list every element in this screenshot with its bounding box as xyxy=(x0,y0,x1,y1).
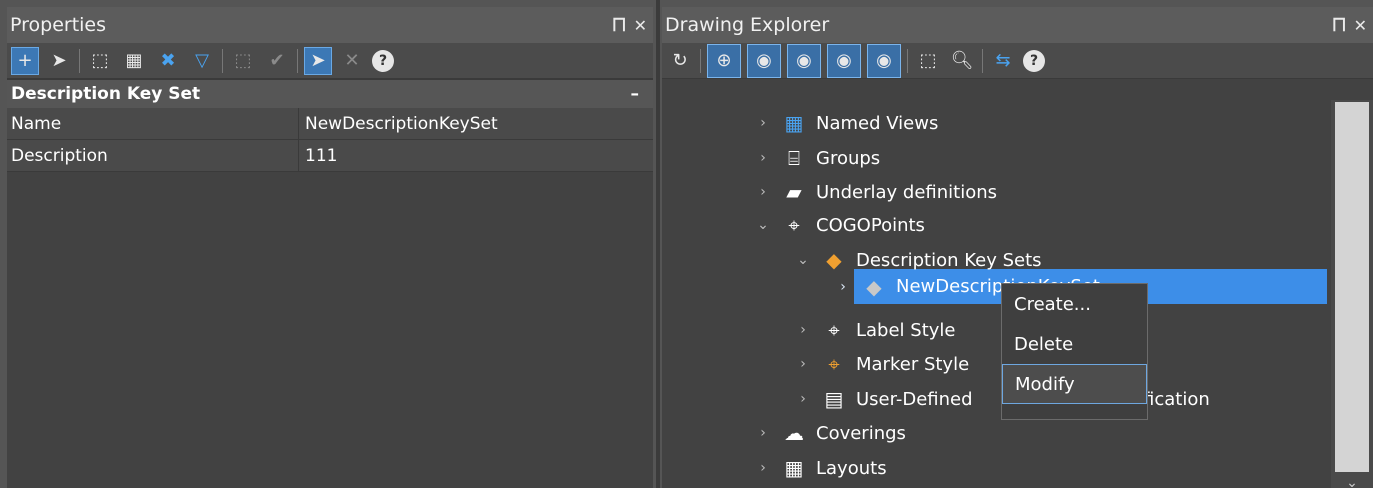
tree-item-coverings[interactable]: › ☁ Coverings xyxy=(754,416,906,450)
refresh-icon[interactable]: ↻ xyxy=(666,47,694,75)
context-menu: Create... Delete Modify xyxy=(1001,283,1148,420)
close-icon[interactable]: ✕ xyxy=(1354,16,1367,35)
marker-style-icon: ⌖ xyxy=(828,352,840,376)
collapse-icon[interactable]: – xyxy=(631,84,640,104)
properties-title: Properties xyxy=(10,14,107,36)
explorer-toolbar: ↻ ⊕ ◉ ◉ ◉ ◉ ⬚ 🔍︎ ⇆ ? xyxy=(662,43,1373,79)
tree-item-label: Label Style xyxy=(856,319,956,341)
toolbar-separator xyxy=(982,48,983,73)
chevron-down-icon[interactable]: ⌄ xyxy=(794,252,812,268)
chevron-right-icon[interactable]: › xyxy=(834,279,852,295)
help-icon[interactable]: ? xyxy=(372,49,394,72)
chevron-right-icon[interactable]: › xyxy=(754,425,772,441)
section-header[interactable]: Description Key Set – xyxy=(7,79,653,108)
section-title: Description Key Set xyxy=(11,84,201,104)
tag-icon: ◆ xyxy=(866,274,882,299)
tree-item-label: Marker Style xyxy=(856,353,970,375)
tree-item-label: Named Views xyxy=(816,112,939,134)
deselect-icon[interactable]: ✕ xyxy=(338,47,366,75)
properties-toolbar: + ➤ ⬚ ▦ ✖ ▽ ⬚ ✔ ➤ ✕ ? xyxy=(7,43,653,79)
pickadd-toggle-icon[interactable]: ➤ xyxy=(304,46,332,75)
tree-item-label-tail: ification xyxy=(1138,388,1210,410)
chevron-right-icon[interactable]: › xyxy=(754,184,772,200)
new-item-icon[interactable]: ⊕ xyxy=(707,43,741,78)
vertical-scrollbar[interactable]: ⌄ xyxy=(1331,100,1373,488)
groups-icon: ⌸ xyxy=(788,146,800,170)
crossing-select-icon[interactable]: ▦ xyxy=(120,47,148,75)
properties-panel: Properties ⨅ ✕ + ➤ ⬚ ▦ ✖ ▽ ⬚ ✔ ➤ ✕ ? Des… xyxy=(0,0,656,488)
scrollbar-thumb[interactable] xyxy=(1335,102,1369,472)
property-row-description[interactable]: Description 111 xyxy=(7,140,653,172)
chevron-right-icon[interactable]: › xyxy=(754,115,772,131)
view-list-icon[interactable]: ◉ xyxy=(827,43,861,78)
toolbar-separator xyxy=(907,48,908,73)
toolbar-separator xyxy=(222,48,223,73)
scroll-down-icon[interactable]: ⌄ xyxy=(1331,475,1373,488)
pin-icon[interactable]: ⨅ xyxy=(613,15,626,35)
menu-item-delete[interactable]: Delete xyxy=(1002,324,1147,364)
toolbar-separator xyxy=(79,48,80,73)
toolbar-separator xyxy=(700,48,701,73)
view-details-icon[interactable]: ◉ xyxy=(787,43,821,78)
tree-item-marker-style[interactable]: › ⌖ Marker Style xyxy=(794,347,969,381)
underlay-icon: ▰ xyxy=(786,180,802,204)
explorer-titlebar: Drawing Explorer ⨅ ✕ xyxy=(662,7,1373,43)
view-preview-icon[interactable]: ◉ xyxy=(867,43,901,78)
select-objects-icon[interactable]: ⬚ xyxy=(914,47,942,75)
property-key: Description xyxy=(7,140,299,171)
tree-item-label: Groups xyxy=(816,147,881,169)
tree-item-label: Description Key Sets xyxy=(856,249,1042,271)
select-check-icon[interactable]: ✔ xyxy=(263,47,291,75)
add-to-selection-icon[interactable]: + xyxy=(11,46,39,75)
menu-item-create[interactable]: Create... xyxy=(1002,284,1147,324)
property-row-name[interactable]: Name NewDescriptionKeySet xyxy=(7,108,653,140)
chevron-right-icon[interactable]: › xyxy=(754,460,772,476)
tree-item-label-style[interactable]: › ⌖ Label Style xyxy=(794,313,956,347)
tree-item-label: Layouts xyxy=(816,457,887,479)
view-item-icon[interactable]: ◉ xyxy=(747,43,781,78)
explorer-tree: › ▦ Named Views › ⌸ Groups › ▰ Underlay … xyxy=(662,86,1327,488)
invert-selection-icon[interactable]: ✖ xyxy=(154,47,182,75)
tree-item-cogopoints[interactable]: ⌄ ⌖ COGOPoints xyxy=(754,208,925,242)
close-icon[interactable]: ✕ xyxy=(634,16,647,35)
chevron-right-icon[interactable]: › xyxy=(794,391,812,407)
window-select-icon[interactable]: ⬚ xyxy=(86,47,114,75)
tree-item-user-defined[interactable]: › ▤ User-Defined xyxy=(794,382,973,416)
chevron-right-icon[interactable]: › xyxy=(754,150,772,166)
tree-item-layouts[interactable]: › ▦ Layouts xyxy=(754,451,887,485)
property-value[interactable]: NewDescriptionKeySet xyxy=(299,114,653,134)
tree-item-label: User-Defined xyxy=(856,388,973,410)
named-views-icon: ▦ xyxy=(784,111,804,135)
layouts-icon: ▦ xyxy=(784,456,804,480)
label-style-icon: ⌖ xyxy=(828,318,840,342)
chevron-down-icon[interactable]: ⌄ xyxy=(754,217,772,233)
tree-item-label: Coverings xyxy=(816,422,906,444)
list-icon: ▤ xyxy=(824,387,844,411)
properties-titlebar: Properties ⨅ ✕ xyxy=(7,7,653,43)
zoom-to-icon[interactable]: 🔍︎ xyxy=(948,47,976,75)
explorer-title: Drawing Explorer xyxy=(665,14,830,36)
property-key: Name xyxy=(7,108,299,139)
tree-item-label: Underlay definitions xyxy=(816,181,997,203)
coverings-icon: ☁ xyxy=(784,421,804,445)
tree-item-underlay-definitions[interactable]: › ▰ Underlay definitions xyxy=(754,175,997,209)
chevron-right-icon[interactable]: › xyxy=(794,356,812,372)
menu-item-modify[interactable]: Modify xyxy=(1002,364,1147,404)
cogo-point-icon: ⌖ xyxy=(788,213,800,237)
chevron-right-icon[interactable]: › xyxy=(794,322,812,338)
tree-item-label: COGOPoints xyxy=(816,214,925,236)
help-icon[interactable]: ? xyxy=(1023,49,1045,72)
pin-icon[interactable]: ⨅ xyxy=(1333,15,1346,35)
swap-icon[interactable]: ⇆ xyxy=(989,47,1017,75)
select-similar-icon[interactable]: ⬚ xyxy=(229,47,257,75)
tree-item-label-tail: ification xyxy=(1138,382,1210,416)
toolbar-separator xyxy=(297,48,298,73)
tree-item-groups[interactable]: › ⌸ Groups xyxy=(754,141,880,175)
tree-item-named-views[interactable]: › ▦ Named Views xyxy=(754,106,938,140)
quick-select-filter-icon[interactable]: ▽ xyxy=(188,47,216,75)
property-value[interactable]: 111 xyxy=(299,146,653,166)
pointer-icon[interactable]: ➤ xyxy=(45,47,73,75)
